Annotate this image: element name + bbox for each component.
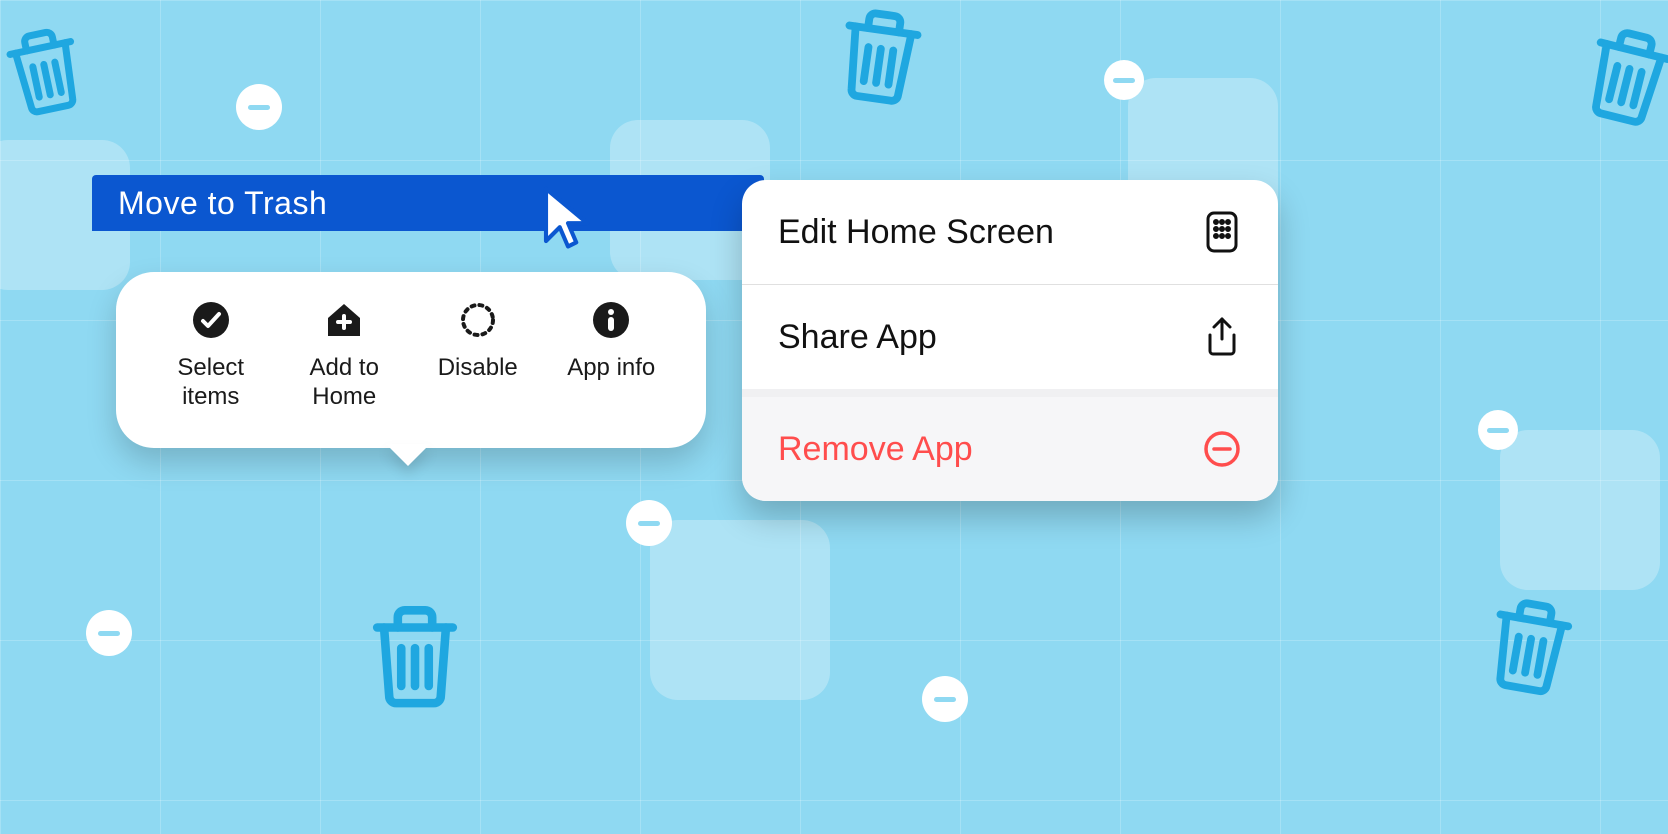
- menu-item-label: Edit Home Screen: [778, 213, 1054, 252]
- share-icon: [1202, 317, 1242, 357]
- add-to-home-button[interactable]: Add to Home: [279, 300, 409, 412]
- share-app-item[interactable]: Share App: [742, 284, 1278, 389]
- trash-icon: [1471, 582, 1589, 708]
- select-items-button[interactable]: Select items: [146, 300, 276, 412]
- menu-item-label: Remove App: [778, 430, 973, 469]
- minus-circle-icon: [1202, 429, 1242, 469]
- remove-app-item[interactable]: Remove App: [742, 389, 1278, 501]
- action-label: App info: [567, 354, 655, 383]
- bg-square: [650, 520, 830, 700]
- home-plus-icon: [324, 300, 364, 340]
- minus-badge-icon: [922, 676, 968, 722]
- disable-button[interactable]: Disable: [413, 300, 543, 412]
- minus-badge-icon: [1478, 410, 1518, 450]
- move-to-trash-menuitem[interactable]: Move to Trash: [92, 175, 764, 231]
- minus-badge-icon: [626, 500, 672, 546]
- minus-badge-icon: [86, 610, 132, 656]
- cursor-icon: [540, 186, 596, 257]
- dotted-circle-icon: [458, 300, 498, 340]
- minus-badge-icon: [236, 84, 282, 130]
- check-circle-icon: [191, 300, 231, 340]
- menu-item-label: Share App: [778, 318, 937, 357]
- ios-context-menu: Edit Home Screen Share App Remove App: [742, 180, 1278, 501]
- trash-icon: [823, 0, 937, 116]
- minus-badge-icon: [1104, 60, 1144, 100]
- action-label: Disable: [438, 354, 518, 383]
- action-label: Select items: [146, 354, 276, 412]
- move-to-trash-label: Move to Trash: [118, 185, 327, 222]
- info-icon: [591, 300, 631, 340]
- app-info-button[interactable]: App info: [546, 300, 676, 412]
- android-action-popover: Select items Add to Home Disable App inf…: [116, 272, 706, 448]
- trash-icon: [360, 595, 470, 715]
- bg-square: [1500, 430, 1660, 590]
- edit-home-screen-item[interactable]: Edit Home Screen: [742, 180, 1278, 284]
- phone-grid-icon: [1202, 212, 1242, 252]
- action-label: Add to Home: [279, 354, 409, 412]
